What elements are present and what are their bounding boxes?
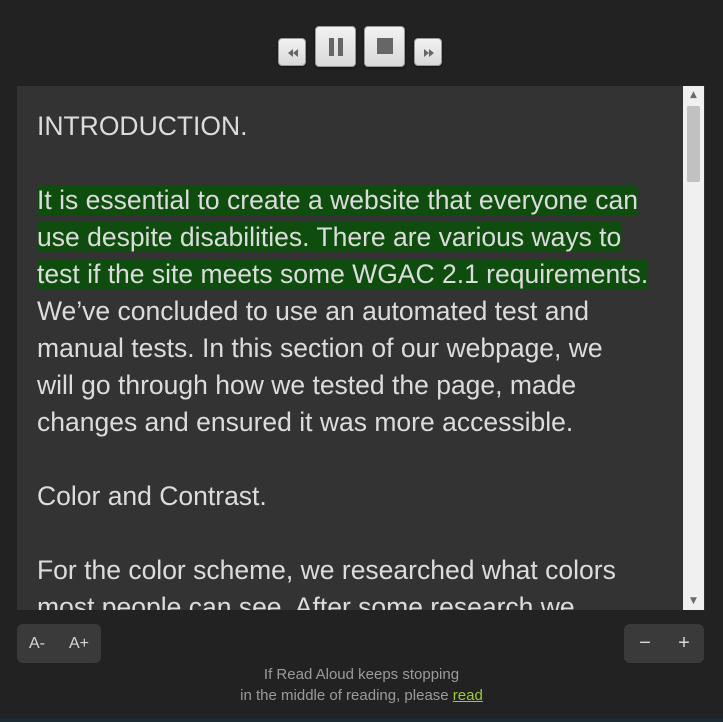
reading-line: changes and ensured it was more accessib… xyxy=(37,407,574,437)
reading-line: For the color scheme, we researched what… xyxy=(37,555,616,585)
fast-forward-icon xyxy=(424,49,434,57)
scrollbar-thumb[interactable] xyxy=(687,106,700,182)
read-aloud-popup: INTRODUCTION. It is essential to create … xyxy=(0,0,723,722)
notice-line-1: If Read Aloud keeps stopping xyxy=(263,666,460,683)
highlighted-text: test if the site meets some WGAC 2.1 req… xyxy=(37,259,649,289)
highlighted-text: It is essential to create a website that… xyxy=(37,185,638,215)
increase-rate-button[interactable]: + xyxy=(665,624,703,663)
reading-line-highlighted: It is essential to create a website that… xyxy=(37,182,667,219)
scroll-up-arrow-icon[interactable]: ▲ xyxy=(683,86,704,104)
increase-font-size-button[interactable]: A+ xyxy=(59,624,99,663)
reading-pane: INTRODUCTION. It is essential to create … xyxy=(17,86,705,610)
notice-line-2-text: in the middle of reading, please xyxy=(240,687,453,704)
fast-forward-button[interactable] xyxy=(414,38,442,66)
reading-line: We’ve concluded to use an automated test… xyxy=(37,296,589,326)
pause-button[interactable] xyxy=(315,26,356,67)
reading-text: INTRODUCTION. It is essential to create … xyxy=(37,108,667,610)
reading-line-highlighted: test if the site meets some WGAC 2.1 req… xyxy=(37,256,667,293)
scroll-down-arrow-icon[interactable]: ▼ xyxy=(683,592,704,610)
stop-button[interactable] xyxy=(364,26,405,67)
section-heading-color: Color and Contrast. xyxy=(37,481,267,511)
reading-line: most people can see. After some research… xyxy=(37,592,575,610)
decrease-font-size-button[interactable]: A- xyxy=(17,624,57,663)
rewind-button[interactable] xyxy=(278,38,306,66)
notice-line-2: in the middle of reading, please read xyxy=(0,685,723,706)
paragraph-introduction: It is essential to create a website that… xyxy=(37,182,667,441)
font-size-controls: A- A+ xyxy=(17,624,101,663)
reading-line-highlighted: use despite disabilities. There are vari… xyxy=(37,219,667,256)
rewind-icon xyxy=(288,49,298,57)
rate-controls: − + xyxy=(624,624,704,663)
bottom-edge xyxy=(0,718,723,722)
highlighted-text: use despite disabilities. There are vari… xyxy=(37,222,622,252)
reading-line: manual tests. In this section of our web… xyxy=(37,333,603,363)
section-heading-introduction: INTRODUCTION. xyxy=(37,111,248,141)
stopping-notice: If Read Aloud keeps stopping in the midd… xyxy=(0,664,723,706)
playback-controls xyxy=(0,24,723,70)
read-link[interactable]: read xyxy=(453,687,483,704)
reading-line: will go through how we tested the page, … xyxy=(37,370,577,400)
paragraph-color: For the color scheme, we researched what… xyxy=(37,552,667,610)
stop-icon xyxy=(377,38,393,54)
pause-icon xyxy=(329,38,343,56)
decrease-rate-button[interactable]: − xyxy=(626,624,664,663)
vertical-scrollbar[interactable]: ▲ ▼ xyxy=(683,86,704,610)
